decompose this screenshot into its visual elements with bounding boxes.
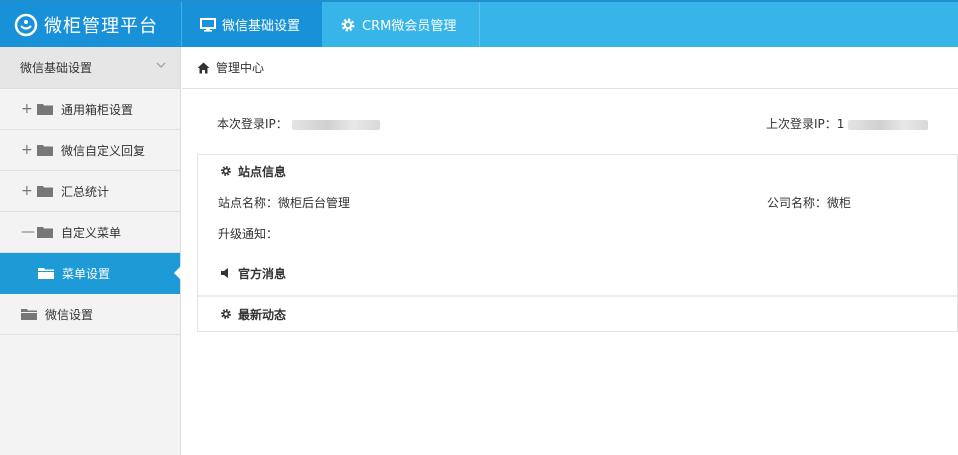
speaker-icon (221, 268, 228, 278)
monitor-icon (200, 17, 216, 32)
sidebar-item-custom-reply[interactable]: + 微信自定义回复 (0, 130, 180, 171)
redacted-ip (848, 119, 929, 130)
upgrade-notice: 升级通知： (218, 227, 279, 241)
site-info-row: 站点名称：微柜后台管理 公司名称：微柜 (198, 187, 957, 218)
chevron-down-icon (156, 62, 166, 68)
login-ip-row: 本次登录IP： 上次登录IP：1 (197, 89, 958, 155)
redacted-ip (291, 119, 380, 130)
company-name: 公司名称：微柜 (767, 196, 852, 210)
tab-crm-member-management[interactable]: CRM微会员管理 (322, 2, 480, 47)
gear-icon (221, 309, 231, 319)
latest-news-title: 最新动态 (198, 297, 957, 331)
top-bar: 微柜管理平台 微信基础设置 CRM微会员管理 (0, 0, 958, 47)
upgrade-row: 升级通知： (198, 218, 957, 249)
current-ip-label: 本次登录IP： (217, 117, 288, 131)
last-login-ip: 上次登录IP：1 (766, 115, 929, 132)
gear-icon (341, 18, 355, 31)
logo[interactable]: 微柜管理平台 (0, 2, 181, 47)
panel-title-text: 官方消息 (238, 266, 287, 281)
panel-title-text: 最新动态 (238, 307, 287, 322)
breadcrumb: 管理中心 (182, 47, 958, 89)
folder-icon (37, 145, 53, 156)
last-ip-label: 上次登录IP：1 (766, 117, 845, 131)
home-icon (197, 62, 210, 73)
collapse-icon: — (21, 224, 35, 240)
expand-icon: + (21, 101, 33, 117)
sidebar-item-menu-settings[interactable]: 菜单设置 (0, 253, 181, 294)
site-info-panel: 站点信息 站点名称：微柜后台管理 公司名称：微柜 升级通知： 官方消息 最新动态 (197, 155, 958, 332)
logo-icon (14, 13, 38, 36)
sidebar-item-label: 通用箱柜设置 (61, 102, 134, 117)
sidebar-item-label: 微信设置 (45, 307, 94, 322)
tab-label: 微信基础设置 (222, 19, 301, 34)
panel-title-text: 站点信息 (238, 164, 287, 179)
sidebar-item-label: 汇总统计 (61, 184, 110, 199)
folder-open-icon (21, 309, 37, 320)
sidebar: 微信基础设置 + 通用箱柜设置 + 微信自定义回复 + 汇总统计 — 自定义菜单 (0, 47, 181, 455)
sidebar-section-title: 微信基础设置 (20, 61, 93, 75)
expand-icon: + (21, 142, 33, 158)
site-info-title: 站点信息 (198, 155, 957, 187)
sidebar-section-header[interactable]: 微信基础设置 (0, 47, 180, 89)
folder-open-icon (38, 268, 54, 279)
logo-text: 微柜管理平台 (44, 15, 158, 37)
sidebar-item-wechat-settings[interactable]: 微信设置 (0, 294, 180, 335)
sidebar-item-custom-menu[interactable]: — 自定义菜单 (0, 212, 180, 253)
folder-icon (37, 186, 53, 197)
active-indicator (174, 266, 181, 280)
sidebar-item-cabinet-settings[interactable]: + 通用箱柜设置 (0, 89, 180, 130)
breadcrumb-label[interactable]: 管理中心 (216, 59, 264, 76)
sidebar-item-label: 菜单设置 (62, 266, 111, 281)
folder-icon (37, 227, 53, 238)
sidebar-item-summary-stats[interactable]: + 汇总统计 (0, 171, 180, 212)
sidebar-item-label: 微信自定义回复 (61, 143, 146, 158)
tab-label: CRM微会员管理 (362, 19, 457, 34)
folder-icon (37, 104, 53, 115)
main-content: 本次登录IP： 上次登录IP：1 站点信息 站点名称：微柜后台管理 公司名称：微… (197, 89, 958, 332)
gear-icon (221, 166, 231, 176)
sidebar-item-label: 自定义菜单 (61, 225, 122, 240)
site-name: 站点名称：微柜后台管理 (218, 196, 351, 210)
current-login-ip: 本次登录IP： (217, 115, 380, 132)
expand-icon: + (21, 183, 33, 199)
official-news-title: 官方消息 (198, 257, 957, 289)
tab-wechat-basic-settings[interactable]: 微信基础设置 (182, 2, 322, 47)
